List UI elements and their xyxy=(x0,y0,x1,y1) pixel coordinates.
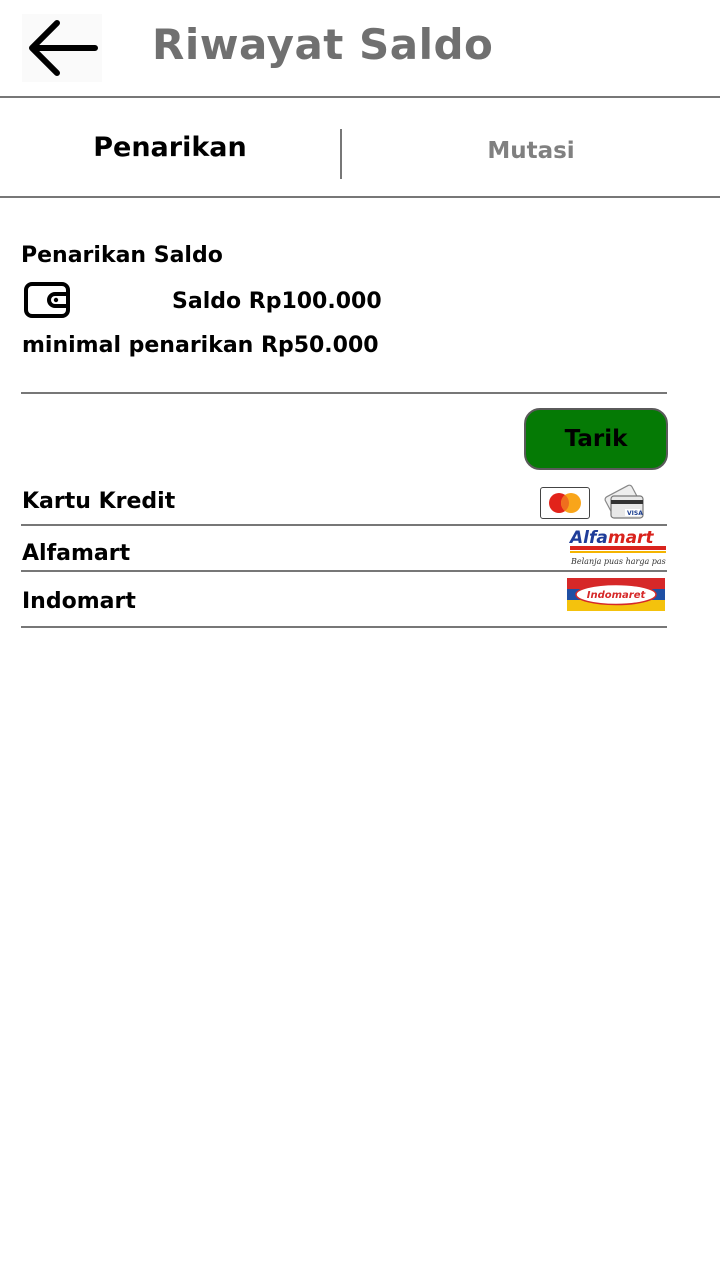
arrow-left-icon xyxy=(29,20,98,76)
svg-text:VISA: VISA xyxy=(627,510,643,517)
svg-text:Belanja puas harga pas: Belanja puas harga pas xyxy=(570,557,666,566)
tab-bar: Penarikan Mutasi xyxy=(0,98,720,198)
minimum-withdrawal-text: minimal penarikan Rp50.000 xyxy=(22,333,379,358)
mastercard-logo xyxy=(540,487,590,519)
back-button[interactable] xyxy=(22,14,102,82)
app-header: Riwayat Saldo xyxy=(0,0,720,98)
visa-card-icon: VISA xyxy=(604,484,644,519)
tab-penarikan[interactable]: Penarikan xyxy=(0,98,340,198)
withdraw-button[interactable]: Tarik xyxy=(524,408,668,470)
tab-mutasi[interactable]: Mutasi xyxy=(342,98,720,196)
divider xyxy=(21,392,667,394)
svg-text:Indomaret: Indomaret xyxy=(587,590,647,601)
indomaret-logo: Indomaret xyxy=(567,578,665,611)
divider xyxy=(21,626,667,628)
divider xyxy=(21,570,667,572)
balance-text: Saldo Rp100.000 xyxy=(172,289,382,314)
method-indomart[interactable]: Indomart xyxy=(22,589,136,614)
alfamart-logo: Alfamart Belanja puas harga pas xyxy=(568,528,666,566)
section-title: Penarikan Saldo xyxy=(21,243,223,268)
method-credit-card[interactable]: Kartu Kredit xyxy=(22,489,175,514)
wallet-icon xyxy=(24,282,70,318)
divider xyxy=(21,524,667,526)
svg-text:Alfamart: Alfamart xyxy=(568,528,654,548)
method-alfamart[interactable]: Alfamart xyxy=(22,541,130,566)
page-title: Riwayat Saldo xyxy=(152,20,494,69)
